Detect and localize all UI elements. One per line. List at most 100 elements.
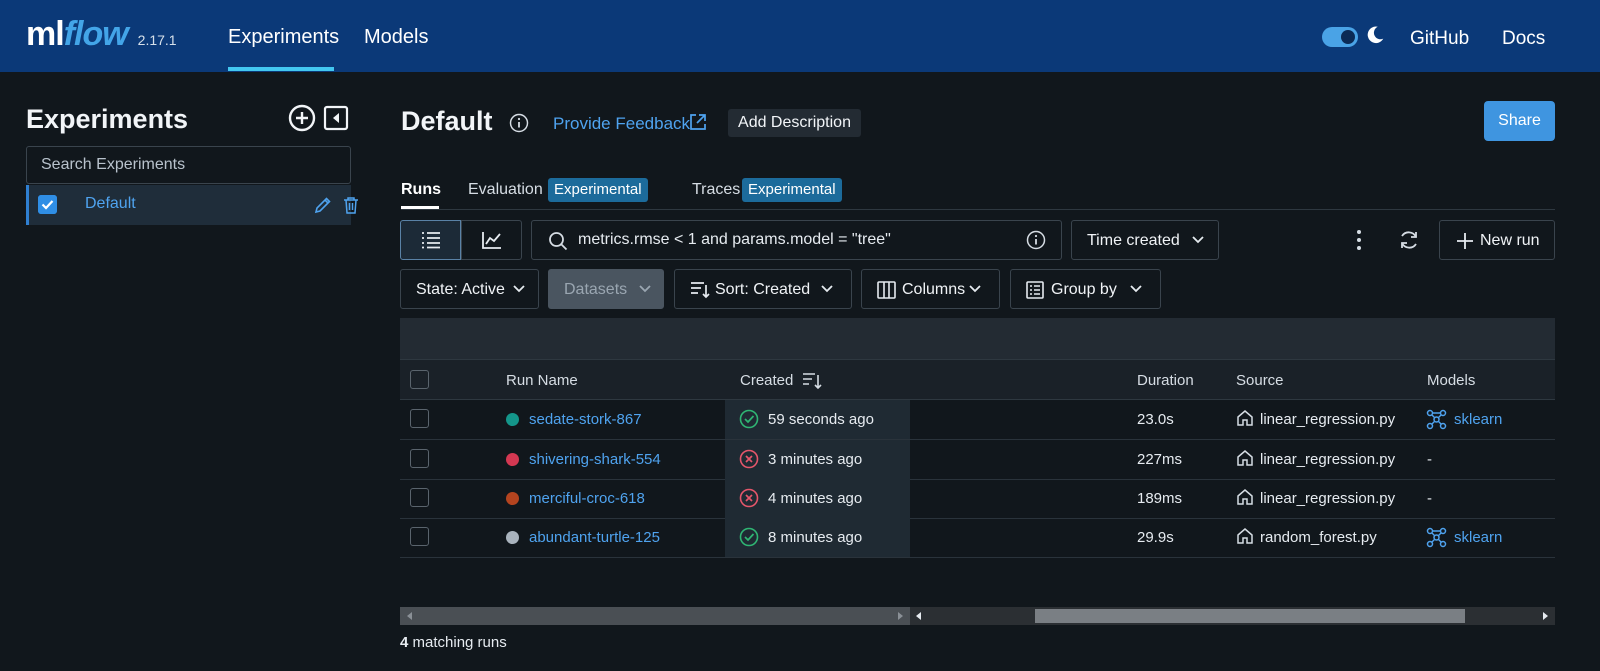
chevron-down-icon xyxy=(969,285,981,293)
top-nav-bar: ml flow 2.17.1 Experiments Models GitHub… xyxy=(0,0,1600,72)
run-color-dot xyxy=(506,531,519,544)
sidebar-item-default[interactable]: Default xyxy=(26,185,358,225)
table-group-header xyxy=(400,318,1555,359)
experimental-badge: Experimental xyxy=(742,178,842,202)
group-icon xyxy=(1026,281,1044,299)
created-text: 4 minutes ago xyxy=(768,490,863,507)
group-by-label: Group by xyxy=(1051,281,1117,298)
add-experiment-icon[interactable] xyxy=(288,104,316,132)
chevron-down-icon xyxy=(639,285,651,293)
tab-runs[interactable]: Runs xyxy=(401,181,441,199)
tab-evaluation[interactable]: Evaluation xyxy=(468,181,543,199)
tabs-divider xyxy=(401,209,1555,210)
column-header-duration[interactable]: Duration xyxy=(1137,372,1194,389)
source-link[interactable]: linear_regression.py xyxy=(1260,490,1395,507)
sidebar-item-label[interactable]: Default xyxy=(85,195,136,213)
sort-descending-icon[interactable] xyxy=(802,372,822,390)
run-color-dot xyxy=(506,492,519,505)
column-header-models[interactable]: Models xyxy=(1427,372,1475,389)
select-all-checkbox[interactable] xyxy=(410,370,429,389)
horizontal-scrollbar-thumb[interactable] xyxy=(1035,609,1465,623)
source-link[interactable]: random_forest.py xyxy=(1260,529,1377,546)
run-name-link[interactable]: sedate-stork-867 xyxy=(529,411,642,428)
run-name-link[interactable]: shivering-shark-554 xyxy=(529,451,661,468)
checkbox-checked-icon[interactable] xyxy=(38,195,57,214)
sort-dropdown[interactable]: Sort: Created xyxy=(674,269,852,309)
column-header-run-name[interactable]: Run Name xyxy=(506,372,578,389)
success-check-icon xyxy=(739,409,759,429)
docs-link[interactable]: Docs xyxy=(1502,28,1545,50)
sort-label: Sort: Created xyxy=(715,281,811,298)
column-header-created[interactable]: Created xyxy=(740,372,793,389)
nav-tab-experiments[interactable]: Experiments xyxy=(228,26,339,49)
row-checkbox[interactable] xyxy=(410,449,429,468)
add-description-button[interactable]: Add Description xyxy=(728,109,861,137)
search-icon xyxy=(549,232,568,251)
horizontal-scrollbar-pinned[interactable] xyxy=(400,607,910,625)
plus-icon xyxy=(1457,233,1473,249)
dark-mode-toggle[interactable] xyxy=(1322,27,1358,47)
row-checkbox[interactable] xyxy=(410,527,429,546)
duration-text: 23.0s xyxy=(1137,411,1174,428)
trash-icon[interactable] xyxy=(343,196,359,214)
time-created-dropdown[interactable]: Time created xyxy=(1071,220,1219,260)
column-header-source[interactable]: Source xyxy=(1236,372,1284,389)
share-button[interactable]: Share xyxy=(1484,101,1555,141)
line-chart-icon xyxy=(482,232,501,249)
source-link[interactable]: linear_regression.py xyxy=(1260,451,1395,468)
created-text: 3 minutes ago xyxy=(768,451,863,468)
columns-icon xyxy=(877,281,896,299)
home-source-icon xyxy=(1237,489,1253,505)
page-title: Default xyxy=(401,106,493,136)
model-link[interactable]: sklearn xyxy=(1454,529,1502,546)
tab-traces[interactable]: Traces xyxy=(692,181,740,199)
github-link[interactable]: GitHub xyxy=(1410,28,1469,50)
row-checkbox[interactable] xyxy=(410,409,429,428)
runs-search-input[interactable] xyxy=(578,229,1018,251)
search-experiments-input[interactable] xyxy=(26,146,351,184)
columns-dropdown[interactable]: Columns xyxy=(861,269,1000,309)
model-link[interactable]: sklearn xyxy=(1454,411,1502,428)
refresh-icon[interactable] xyxy=(1398,229,1420,251)
table-row[interactable]: merciful-croc-618 4 minutes ago 189ms li… xyxy=(400,479,1555,519)
scroll-right-arrow-icon[interactable] xyxy=(1540,611,1550,621)
run-color-dot xyxy=(506,453,519,466)
failed-x-icon xyxy=(739,449,759,469)
table-row[interactable]: sedate-stork-867 59 seconds ago 23.0s li… xyxy=(400,400,1555,440)
home-source-icon xyxy=(1237,450,1253,466)
chart-view-button[interactable] xyxy=(461,220,522,260)
collapse-sidebar-icon[interactable] xyxy=(323,105,349,131)
group-by-dropdown[interactable]: Group by xyxy=(1010,269,1161,309)
run-name-link[interactable]: merciful-croc-618 xyxy=(529,490,645,507)
table-row[interactable]: abundant-turtle-125 8 minutes ago 29.9s … xyxy=(400,518,1555,558)
provide-feedback-link[interactable]: Provide Feedback xyxy=(553,114,690,134)
info-icon[interactable] xyxy=(509,113,529,133)
nav-tab-models[interactable]: Models xyxy=(364,26,428,49)
external-link-icon[interactable] xyxy=(688,112,708,132)
table-header-row: Run Name Created Duration Source Models xyxy=(400,359,1555,400)
datasets-dropdown[interactable]: Datasets xyxy=(548,269,664,309)
run-name-link[interactable]: abundant-turtle-125 xyxy=(529,529,660,546)
table-row[interactable]: shivering-shark-554 3 minutes ago 227ms … xyxy=(400,440,1555,480)
run-count-suffix: matching runs xyxy=(408,634,507,651)
mlflow-logo[interactable]: ml flow 2.17.1 xyxy=(26,14,177,54)
new-run-button[interactable]: New run xyxy=(1439,220,1555,260)
matching-runs-count: 4 matching runs xyxy=(400,634,507,651)
nav-active-indicator xyxy=(228,67,334,71)
scroll-right-arrow-icon[interactable] xyxy=(895,611,905,621)
chevron-down-icon xyxy=(513,285,525,293)
state-filter-dropdown[interactable]: State: Active xyxy=(400,269,539,309)
runs-search-box[interactable] xyxy=(531,220,1062,260)
success-check-icon xyxy=(739,527,759,547)
scroll-left-arrow-icon[interactable] xyxy=(405,611,415,621)
scroll-left-arrow-icon[interactable] xyxy=(914,611,924,621)
experimental-badge: Experimental xyxy=(548,178,648,202)
info-icon[interactable] xyxy=(1026,230,1046,250)
row-checkbox[interactable] xyxy=(410,488,429,507)
source-link[interactable]: linear_regression.py xyxy=(1260,411,1395,428)
duration-text: 189ms xyxy=(1137,490,1183,507)
more-options-icon[interactable] xyxy=(1350,229,1368,251)
state-filter-label: State: Active xyxy=(416,281,505,298)
table-view-button[interactable] xyxy=(400,220,461,260)
edit-pencil-icon[interactable] xyxy=(314,196,332,214)
